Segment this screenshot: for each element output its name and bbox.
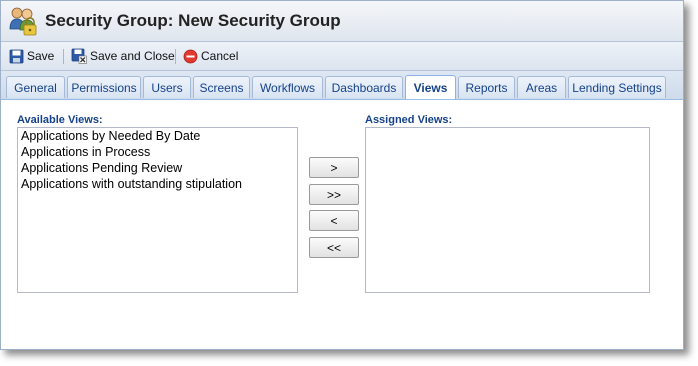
tab-label: Workflows <box>259 80 316 95</box>
assigned-views-label: Assigned Views: <box>365 114 453 126</box>
move-right-button[interactable]: > <box>309 157 359 178</box>
tab-label: General <box>14 80 57 95</box>
list-item[interactable]: Applications by Needed By Date <box>18 128 297 144</box>
views-panel: Available Views: Applications by Needed … <box>1 100 683 349</box>
tab-dashboards[interactable]: Dashboards <box>325 76 403 98</box>
save-icon <box>9 49 24 63</box>
toolbar: Save Save and Close Cancel <box>1 42 683 71</box>
tab-label: Lending Settings <box>572 80 662 95</box>
tab-label: Screens <box>199 80 244 95</box>
list-item[interactable]: Applications Pending Review <box>18 160 297 176</box>
assigned-views-list[interactable] <box>365 127 650 293</box>
tab-label: Areas <box>525 80 558 95</box>
tab-reports[interactable]: Reports <box>458 76 515 98</box>
security-group-window: Security Group: New Security Group Save … <box>0 0 684 350</box>
tab-views[interactable]: Views <box>405 75 456 99</box>
tab-lending-settings[interactable]: Lending Settings <box>568 76 666 98</box>
window-title: Security Group: New Security Group <box>45 11 341 30</box>
tab-permissions[interactable]: Permissions <box>67 76 141 98</box>
tab-strip: General Permissions Users Screens Workfl… <box>1 71 683 100</box>
tab-users[interactable]: Users <box>143 76 191 98</box>
save-button[interactable]: Save <box>9 47 54 65</box>
tab-label: Reports <box>465 80 508 95</box>
tab-areas[interactable]: Areas <box>517 76 566 98</box>
tab-label: Users <box>151 80 183 95</box>
save-and-close-icon <box>71 48 87 64</box>
available-views-list[interactable]: Applications by Needed By Date Applicatio… <box>17 127 298 293</box>
list-item[interactable]: Applications with outstanding stipulatio… <box>18 176 297 192</box>
list-item[interactable]: Applications in Process <box>18 144 297 160</box>
title-bar: Security Group: New Security Group <box>1 1 683 42</box>
tab-label: Dashboards <box>331 80 397 95</box>
cancel-button[interactable]: Cancel <box>183 47 238 65</box>
tab-label: Permissions <box>71 80 137 95</box>
tab-label: Views <box>413 80 448 95</box>
move-all-right-button[interactable]: >> <box>309 184 359 205</box>
tab-general[interactable]: General <box>6 76 65 98</box>
toolbar-separator <box>175 49 176 64</box>
move-left-button[interactable]: < <box>309 210 359 231</box>
toolbar-separator <box>63 49 64 64</box>
available-views-label: Available Views: <box>17 114 103 126</box>
save-and-close-button[interactable]: Save and Close <box>71 47 175 65</box>
tab-screens[interactable]: Screens <box>193 76 250 98</box>
cancel-label: Cancel <box>201 49 239 63</box>
security-group-icon <box>7 5 39 37</box>
move-all-left-button[interactable]: << <box>309 237 359 258</box>
tab-workflows[interactable]: Workflows <box>252 76 323 98</box>
save-and-close-label: Save and Close <box>90 49 175 63</box>
save-label: Save <box>27 49 55 63</box>
cancel-icon <box>183 49 198 63</box>
